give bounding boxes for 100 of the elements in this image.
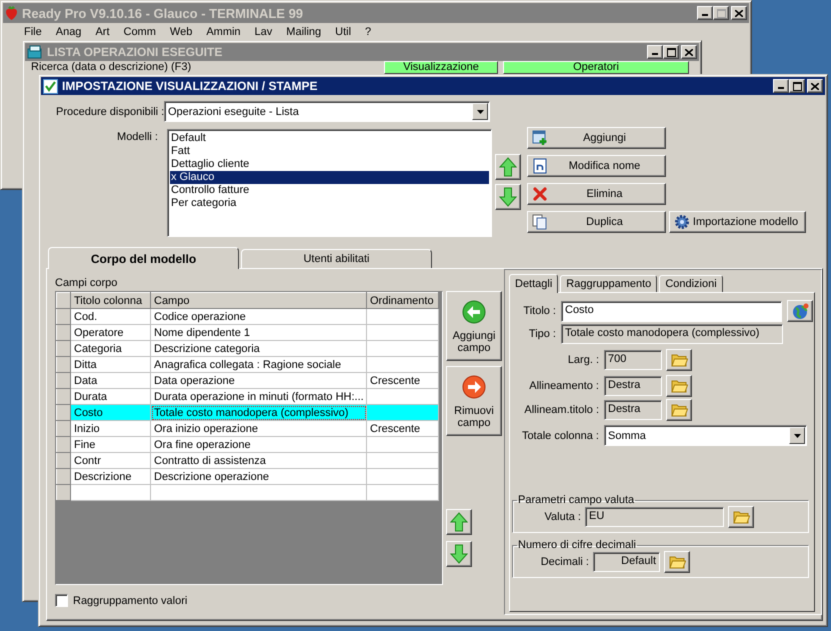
menu-item[interactable]: Lav [248, 26, 280, 38]
value-field: Destra [604, 400, 662, 420]
column-header[interactable]: Campo [150, 292, 366, 308]
tab[interactable]: Utenti abilitati [241, 249, 432, 268]
table-row[interactable]: Costo Totale costo manodopera (complessivo) [56, 404, 438, 420]
table-cell: Descrizione categoria [150, 340, 366, 356]
move-up-button[interactable] [495, 154, 521, 180]
column-header[interactable]: Titolo colonna [70, 292, 150, 308]
value-field: EU [585, 507, 724, 527]
rename-button[interactable]: Modifica nome [527, 155, 666, 177]
table-row[interactable]: Data Data operazione Crescente [56, 372, 438, 388]
window-plus-icon [532, 130, 548, 146]
import-button[interactable]: Importazione modello [669, 211, 806, 233]
up-arrow-icon [499, 157, 517, 177]
minimize-icon [702, 14, 708, 16]
total-dropdown[interactable]: Somma [604, 425, 807, 446]
browse-button[interactable] [666, 375, 692, 397]
table-cell: Descrizione operazione [150, 468, 366, 484]
window-title: LISTA OPERAZIONI ESEGUITE [47, 45, 224, 59]
menu-item[interactable]: Mailing [279, 26, 328, 38]
move-down-button[interactable] [446, 541, 472, 567]
remove-field-button[interactable]: Rimuovi campo [446, 366, 502, 436]
table-row[interactable]: Operatore Nome dipendente 1 [56, 324, 438, 340]
close-button[interactable] [807, 79, 823, 93]
table-cell: Ora fine operazione [150, 436, 366, 452]
table-cell: Data [70, 372, 150, 388]
table-cell [366, 452, 438, 468]
table-cell [366, 436, 438, 452]
toggle-button[interactable]: Operatori [503, 61, 689, 74]
menu-item[interactable]: Art [88, 26, 116, 38]
list-item[interactable]: Per categoria [170, 197, 489, 210]
add-field-button[interactable]: Aggiungi campo [446, 291, 502, 361]
minimize-icon [652, 53, 658, 55]
menu-item[interactable]: Ammin [199, 26, 248, 38]
title-field[interactable]: Costo [561, 300, 782, 322]
browse-button[interactable] [666, 399, 692, 421]
field-label: Titolo : [522, 305, 557, 317]
table-cell: Anagrafica collegata : Ragione sociale [150, 356, 366, 372]
table-row[interactable]: Cod. Codice operazione [56, 308, 438, 324]
dropdown-arrow-icon [794, 434, 800, 438]
close-icon [685, 48, 693, 56]
table-cell: Categoria [70, 340, 150, 356]
folder-icon [668, 555, 686, 569]
table-cell: Ora inizio operazione [150, 420, 366, 436]
list-item[interactable]: Dettaglio cliente [170, 158, 489, 171]
dropdown-arrow-icon [476, 110, 484, 114]
list-item[interactable]: x Glauco [170, 171, 489, 184]
menu-item[interactable]: File [17, 26, 49, 38]
procedure-dropdown[interactable]: Operazioni eseguite - Lista [164, 101, 490, 122]
table-cell: Data operazione [150, 372, 366, 388]
table-cell [366, 340, 438, 356]
checkbox[interactable] [55, 594, 68, 607]
tab[interactable]: Corpo del modello [48, 247, 239, 269]
table-cell: Costo [70, 404, 150, 420]
menu-item[interactable]: Anag [48, 26, 88, 38]
table-cell: Codice operazione [150, 308, 366, 324]
duplicate-button[interactable]: Duplica [527, 211, 666, 233]
table-cell [366, 324, 438, 340]
field-label: Procedure disponibili : [56, 106, 164, 118]
table-cell [366, 308, 438, 324]
table-cell: Contratto di assistenza [150, 452, 366, 468]
menu-item[interactable]: ? [358, 26, 378, 38]
table-cell [366, 404, 438, 420]
table-row[interactable]: Categoria Descrizione categoria [56, 340, 438, 356]
table-row[interactable]: Descrizione Descrizione operazione [56, 468, 438, 484]
translate-button[interactable] [787, 300, 813, 322]
table-cell: Operatore [70, 324, 150, 340]
menu-item[interactable]: Comm [116, 26, 163, 38]
table-row[interactable]: Ditta Anagrafica collegata : Ragione sociale [56, 356, 438, 372]
table-row[interactable]: Contr Contratto di assistenza [56, 452, 438, 468]
tab[interactable]: Condizioni [659, 275, 723, 292]
maximize-icon [716, 8, 726, 18]
table-row[interactable]: Inizio Ora inizio operazione Crescente [56, 420, 438, 436]
add-button[interactable]: Aggiungi [527, 127, 666, 149]
browse-button[interactable] [728, 506, 754, 528]
browse-button[interactable] [666, 349, 692, 371]
folder-icon [670, 403, 688, 417]
table-row[interactable]: Fine Ora fine operazione [56, 436, 438, 452]
group-title: Numero di cifre decimali [517, 539, 637, 551]
browse-button[interactable] [664, 551, 690, 573]
move-down-button[interactable] [495, 184, 521, 210]
column-header[interactable]: Ordinamento [366, 292, 438, 308]
folder-icon [732, 510, 750, 524]
menu-item[interactable]: Util [328, 26, 358, 38]
delete-button[interactable]: Elimina [527, 183, 666, 205]
checkbox-label: Raggruppamento valori [73, 594, 188, 606]
close-icon [811, 82, 819, 90]
list-item[interactable]: Default [170, 132, 489, 145]
search-label: Ricerca (data o descrizione) (F3) [31, 61, 192, 73]
table-cell: Crescente [366, 372, 438, 388]
minimize-button[interactable] [773, 79, 789, 93]
menu-item[interactable]: Web [162, 26, 200, 38]
list-item[interactable]: Fatt [170, 145, 489, 158]
field-label: Allineamento : [528, 380, 600, 392]
maximize-button[interactable] [789, 79, 805, 93]
list-item[interactable]: Controllo fatture [170, 184, 489, 197]
tab[interactable]: Raggruppamento [560, 275, 658, 292]
tab[interactable]: Dettagli [509, 274, 558, 293]
toggle-button[interactable]: Visualizzazione [384, 61, 498, 74]
move-up-button[interactable] [446, 509, 472, 535]
